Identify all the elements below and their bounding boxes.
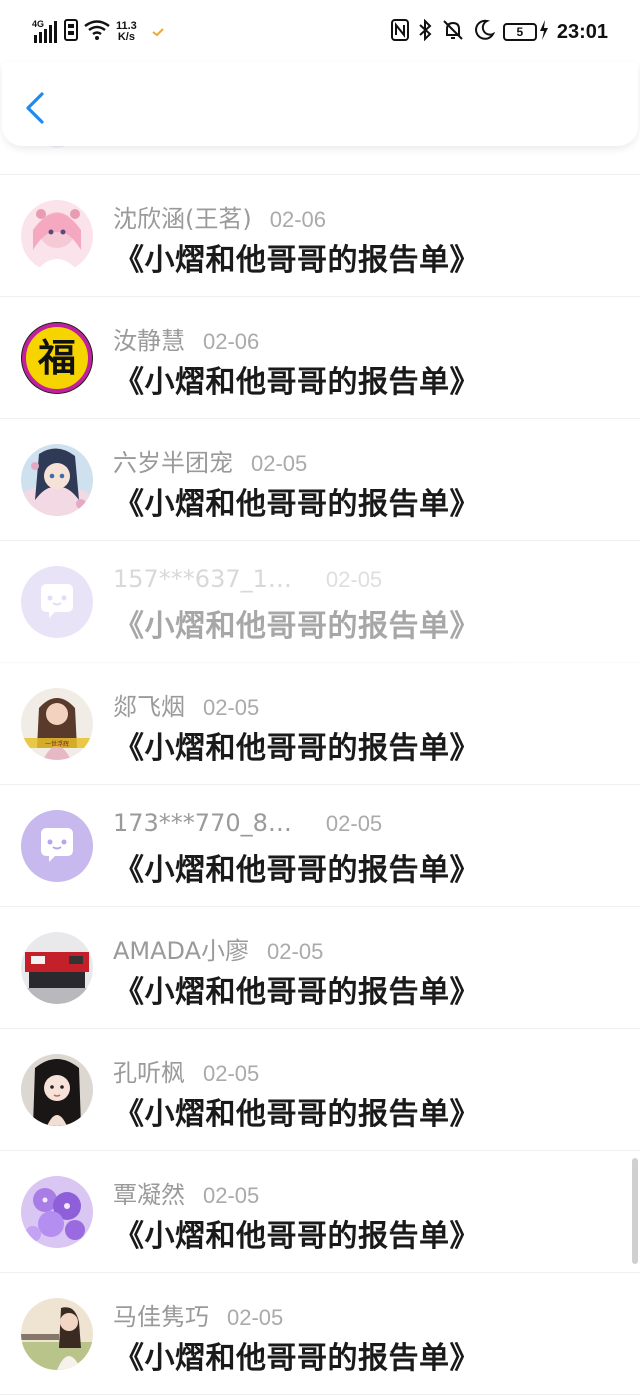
list-item[interactable]: 覃凝然 02-05 《小熠和他哥哥的报告单》 — [0, 1151, 640, 1273]
user-name: 157***637_1… — [113, 565, 292, 593]
item-date: 02-05 — [203, 695, 260, 720]
list-item[interactable]: 马佳隽巧 02-05 《小熠和他哥哥的报告单》 — [0, 1273, 640, 1395]
item-date: 02-05 — [325, 567, 383, 592]
list-item[interactable]: 157***637_1… 02-05 《小熠和他哥哥的报告单》 — [0, 541, 640, 663]
anime-girl-blue-avatar — [21, 444, 93, 516]
fu-character-avatar: 福 — [21, 322, 93, 394]
item-meta: 157***637_1… 02-05 — [113, 565, 382, 593]
item-title: 《小熠和他哥哥的报告单》 — [114, 365, 480, 400]
item-title: 《小熠和他哥哥的报告单》 — [114, 975, 480, 1010]
clock: 23:01 — [556, 20, 608, 43]
user-name: 沈欣涵(王茗) — [113, 205, 252, 233]
default-chat-avatar — [21, 810, 93, 882]
user-name: 173***770_8… — [113, 809, 292, 837]
item-date: 02-06 — [203, 329, 260, 354]
speed-unit: K/s — [117, 31, 135, 43]
item-meta: 汝静慧 02-06 — [113, 321, 259, 356]
nav-header — [2, 62, 638, 146]
girl-outdoor-avatar — [21, 1298, 93, 1370]
wifi-icon — [84, 20, 110, 44]
item-date: 02-05 — [251, 451, 308, 476]
mute-bell-icon — [441, 19, 465, 45]
svg-text:福: 福 — [37, 335, 76, 380]
default-chat-avatar — [21, 566, 93, 638]
user-name: 覃凝然 — [113, 1181, 185, 1209]
status-right: 5 23:01 — [390, 16, 608, 48]
sim-card-icon — [64, 19, 78, 45]
user-name: 汝静慧 — [113, 327, 185, 355]
user-name: 马佳隽巧 — [113, 1303, 209, 1331]
user-name: 孔听枫 — [113, 1059, 185, 1087]
item-meta: 孔听枫 02-05 — [113, 1053, 259, 1088]
bluetooth-icon — [417, 18, 433, 45]
item-meta: 马佳隽巧 02-05 — [113, 1297, 283, 1332]
list-item[interactable]: AMADA小廖 02-05 《小熠和他哥哥的报告单》 — [0, 907, 640, 1029]
item-meta: 173***770_8… 02-05 — [113, 809, 382, 837]
item-date: 02-05 — [227, 1305, 284, 1330]
user-name: 六岁半团宠 — [113, 449, 233, 477]
item-meta: 六岁半团宠 02-05 — [113, 443, 307, 478]
user-name: 郯飞烟 — [113, 693, 185, 721]
machine-photo-avatar — [21, 932, 93, 1004]
battery-indicator: 5 — [502, 23, 537, 41]
item-title: 《小熠和他哥哥的报告单》 — [114, 731, 480, 766]
cellular-signal-icon: 4G — [32, 19, 58, 43]
notification-check-icon — [151, 23, 165, 42]
item-date: 02-05 — [325, 811, 383, 836]
item-meta: AMADA小廖 02-05 — [113, 931, 323, 966]
list-item[interactable]: 沈欣涵(王茗) 02-06 《小熠和他哥哥的报告单》 — [0, 175, 640, 297]
item-title: 《小熠和他哥哥的报告单》 — [114, 1097, 480, 1132]
back-button[interactable] — [20, 90, 52, 126]
item-date: 02-05 — [203, 1061, 260, 1086]
charging-icon — [539, 20, 549, 44]
network-speed: 11.3 K/s — [116, 21, 137, 43]
item-title: 《小熠和他哥哥的报告单》 — [114, 1219, 480, 1254]
girl-portrait-avatar — [21, 1054, 93, 1126]
chevron-left-icon — [20, 92, 52, 130]
list-item[interactable]: 173***770_8… 02-05 《小熠和他哥哥的报告单》 — [0, 785, 640, 907]
list-item[interactable]: 六岁半团宠 02-05 《小熠和他哥哥的报告单》 — [0, 419, 640, 541]
status-bar: 4G 11.3 K/s 5 23:01 — [0, 0, 640, 64]
list-item[interactable]: 一世浮辉 郯飞烟 02-05 《小熠和他哥哥的报告单》 — [0, 663, 640, 785]
item-title: 《小熠和他哥哥的报告单》 — [114, 853, 480, 888]
list-item[interactable]: 福 汝静慧 02-06 《小熠和他哥哥的报告单》 — [0, 297, 640, 419]
anime-girl-pink-avatar — [21, 200, 93, 272]
svg-text:一世浮辉: 一世浮辉 — [45, 740, 69, 748]
purple-flowers-avatar — [21, 1176, 93, 1248]
list-item[interactable]: 孔听枫 02-05 《小熠和他哥哥的报告单》 — [0, 1029, 640, 1151]
item-title: 《小熠和他哥哥的报告单》 — [114, 1341, 480, 1376]
nfc-icon — [390, 19, 409, 45]
list-item-partial — [0, 122, 640, 175]
item-meta: 郯飞烟 02-05 — [113, 687, 259, 722]
item-meta: 覃凝然 02-05 — [113, 1175, 259, 1210]
item-date: 02-05 — [267, 939, 324, 964]
item-title: 《小熠和他哥哥的报告单》 — [114, 487, 480, 522]
battery-level: 5 — [516, 25, 524, 39]
share-list: 沈欣涵(王茗) 02-06 《小熠和他哥哥的报告单》 福 汝静慧 02-06 《小熠… — [0, 122, 640, 1395]
item-date: 02-06 — [269, 207, 327, 232]
scrollbar[interactable] — [632, 1158, 638, 1264]
girl-photo-avatar: 一世浮辉 — [21, 688, 93, 760]
item-title: 《小熠和他哥哥的报告单》 — [114, 609, 480, 644]
status-left: 4G 11.3 K/s — [32, 16, 165, 48]
item-date: 02-05 — [203, 1183, 260, 1208]
do-not-disturb-moon-icon — [473, 19, 496, 45]
user-name: AMADA小廖 — [113, 937, 250, 965]
item-meta: 沈欣涵(王茗) 02-06 — [113, 199, 326, 234]
item-title: 《小熠和他哥哥的报告单》 — [114, 243, 480, 278]
